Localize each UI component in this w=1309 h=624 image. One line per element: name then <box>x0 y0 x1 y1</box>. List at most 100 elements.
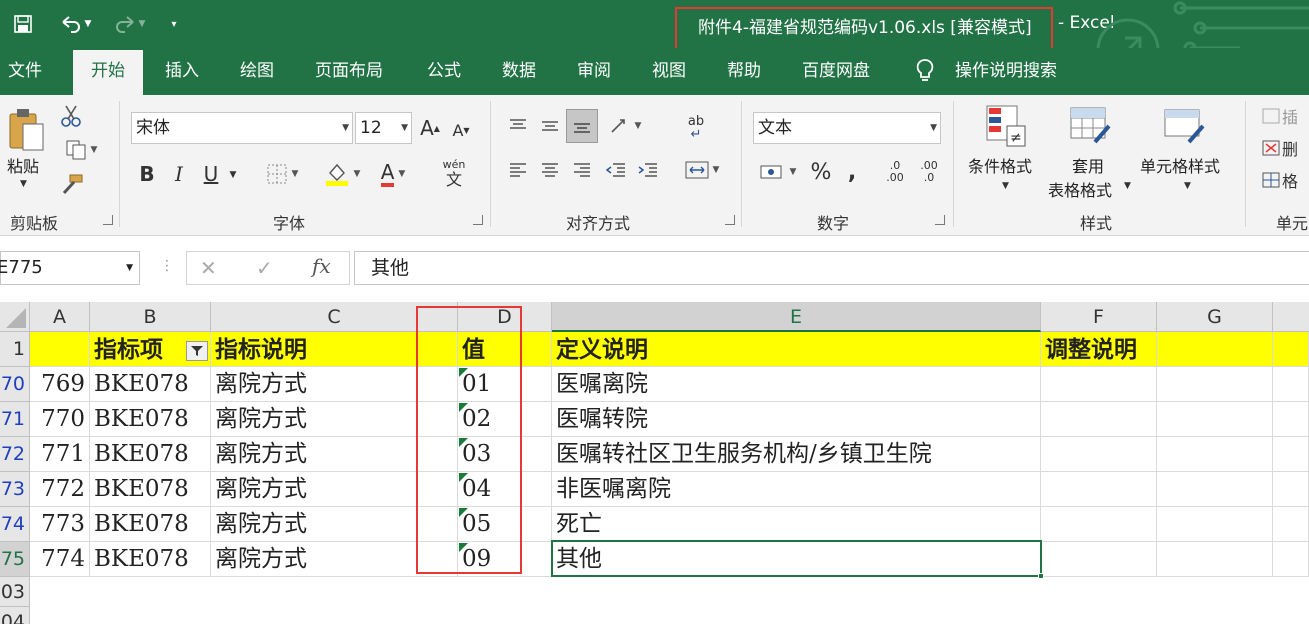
number-format-combo[interactable]: 文本 ▼ <box>753 112 941 144</box>
fill-handle[interactable] <box>1038 573 1044 579</box>
column-header-a[interactable]: A <box>30 302 90 332</box>
insert-function-icon[interactable]: fx <box>312 254 331 278</box>
cell-e[interactable]: 医嘱转社区卫生服务机构/乡镇卫生院 <box>552 437 1041 472</box>
cell-g[interactable] <box>1157 402 1273 437</box>
cell-f[interactable] <box>1041 402 1157 437</box>
cell-h[interactable] <box>1273 542 1309 577</box>
tell-me-search[interactable]: 操作说明搜索 <box>955 48 1057 95</box>
phonetic-icon[interactable]: wén 文 <box>430 157 478 191</box>
cell-b[interactable]: BKE078 <box>90 507 211 542</box>
align-top-icon[interactable] <box>505 113 531 139</box>
cell-f[interactable] <box>1041 542 1157 577</box>
cell-h1[interactable] <box>1273 332 1309 367</box>
column-header-e[interactable]: E <box>552 302 1041 332</box>
cell-g[interactable] <box>1157 472 1273 507</box>
format-as-table-dropdown-icon[interactable]: ▼ <box>1124 181 1131 191</box>
cell-e[interactable]: 死亡 <box>552 507 1041 542</box>
font-launcher-icon[interactable] <box>473 215 483 225</box>
cell-g[interactable] <box>1157 367 1273 402</box>
format-as-table-label-top[interactable]: 套用 <box>1072 153 1104 177</box>
number-launcher-icon[interactable] <box>935 215 945 225</box>
row-header[interactable]: 72 <box>0 437 30 472</box>
column-header-b[interactable]: B <box>90 302 211 332</box>
row-header[interactable]: 73 <box>0 472 30 507</box>
tab-view[interactable]: 视图 <box>652 48 686 95</box>
font-color-icon[interactable]: A ▼ <box>370 159 416 189</box>
align-middle-icon[interactable] <box>537 113 563 139</box>
bold-button[interactable]: B <box>136 159 158 189</box>
format-painter-icon[interactable] <box>58 171 86 197</box>
row-header[interactable]: 75 <box>0 542 30 577</box>
row-header[interactable]: 74 <box>0 507 30 542</box>
conditional-formatting-icon[interactable]: ≠ <box>983 103 1029 149</box>
cell-f[interactable] <box>1041 437 1157 472</box>
shrink-font-button[interactable]: A ▼ <box>450 119 472 141</box>
decrease-decimal-button[interactable]: .00 .0 <box>914 157 944 187</box>
cell-styles-dropdown-icon[interactable]: ▼ <box>1184 181 1191 191</box>
filter-icon[interactable] <box>186 341 208 361</box>
cell-a[interactable]: 769 <box>30 367 90 402</box>
cell-styles-label[interactable]: 单元格样式 <box>1140 153 1220 177</box>
paste-label[interactable]: 粘贴 <box>7 153 39 177</box>
cell-e1[interactable]: 定义说明 <box>552 332 1041 367</box>
cell-f[interactable] <box>1041 367 1157 402</box>
cell-b[interactable]: BKE078 <box>90 402 211 437</box>
tab-help[interactable]: 帮助 <box>727 48 761 95</box>
cell-b[interactable]: BKE078 <box>90 542 211 577</box>
cell-g[interactable] <box>1157 437 1273 472</box>
row-header[interactable]: 71 <box>0 402 30 437</box>
customize-icon[interactable]: ▾ <box>164 10 184 38</box>
format-cells-button[interactable]: 格 <box>1262 167 1309 193</box>
wrap-text-icon[interactable]: ab ↵ <box>682 113 710 143</box>
tab-draw[interactable]: 绘图 <box>240 48 274 95</box>
clipboard-launcher-icon[interactable] <box>103 215 113 225</box>
cell-f[interactable] <box>1041 472 1157 507</box>
cell-f1[interactable]: 调整说明 <box>1041 332 1157 367</box>
align-bottom-icon[interactable] <box>566 109 598 143</box>
orientation-icon[interactable]: ▼ <box>604 113 646 139</box>
font-size-combo[interactable]: 12 ▼ <box>355 112 412 144</box>
conditional-formatting-label[interactable]: 条件格式 <box>968 153 1032 177</box>
italic-button[interactable]: I <box>168 159 190 189</box>
fill-color-icon[interactable]: ▼ <box>318 159 366 189</box>
alignment-launcher-icon[interactable] <box>725 215 735 225</box>
cell-b[interactable]: BKE078 <box>90 367 211 402</box>
insert-cells-button[interactable]: 插 <box>1262 103 1309 129</box>
cell-a1[interactable] <box>30 332 90 367</box>
column-header-h[interactable] <box>1273 302 1309 332</box>
tab-home[interactable]: 开始 <box>73 50 143 95</box>
row-header[interactable]: 1 <box>0 332 30 367</box>
cell-a[interactable]: 771 <box>30 437 90 472</box>
cell-b[interactable]: BKE078 <box>90 437 211 472</box>
enter-icon[interactable]: ✓ <box>256 256 273 280</box>
cell-h[interactable] <box>1273 367 1309 402</box>
cell-e[interactable]: 医嘱离院 <box>552 367 1041 402</box>
row-header[interactable]: 03 <box>0 577 30 607</box>
font-name-combo[interactable]: 宋体 ▼ <box>131 112 353 144</box>
tab-insert[interactable]: 插入 <box>165 48 199 95</box>
column-header-f[interactable]: F <box>1041 302 1157 332</box>
cell-f[interactable] <box>1041 507 1157 542</box>
cell-h[interactable] <box>1273 402 1309 437</box>
format-as-table-label-bottom[interactable]: 表格格式 <box>1048 177 1112 201</box>
select-all-corner[interactable] <box>0 302 30 332</box>
save-icon[interactable] <box>10 10 36 38</box>
cell-h[interactable] <box>1273 507 1309 542</box>
cell-e[interactable]: 医嘱转院 <box>552 402 1041 437</box>
redo-icon[interactable]: ▼ <box>106 10 152 38</box>
cell-g[interactable] <box>1157 507 1273 542</box>
row-header[interactable]: 04 <box>0 607 30 624</box>
cell-a[interactable]: 773 <box>30 507 90 542</box>
cell-e[interactable]: 非医嘱离院 <box>552 472 1041 507</box>
delete-cells-button[interactable]: 删 <box>1262 135 1309 161</box>
column-header-g[interactable]: G <box>1157 302 1273 332</box>
align-center-icon[interactable] <box>537 157 563 183</box>
underline-button[interactable]: U <box>200 159 222 189</box>
merge-center-icon[interactable]: ▼ <box>680 157 724 183</box>
tab-formulas[interactable]: 公式 <box>427 48 461 95</box>
tab-data[interactable]: 数据 <box>502 48 536 95</box>
comma-button[interactable]: , <box>842 157 862 187</box>
accounting-format-icon[interactable]: ▼ <box>755 159 801 185</box>
align-right-icon[interactable] <box>569 157 595 183</box>
cell-a[interactable]: 772 <box>30 472 90 507</box>
